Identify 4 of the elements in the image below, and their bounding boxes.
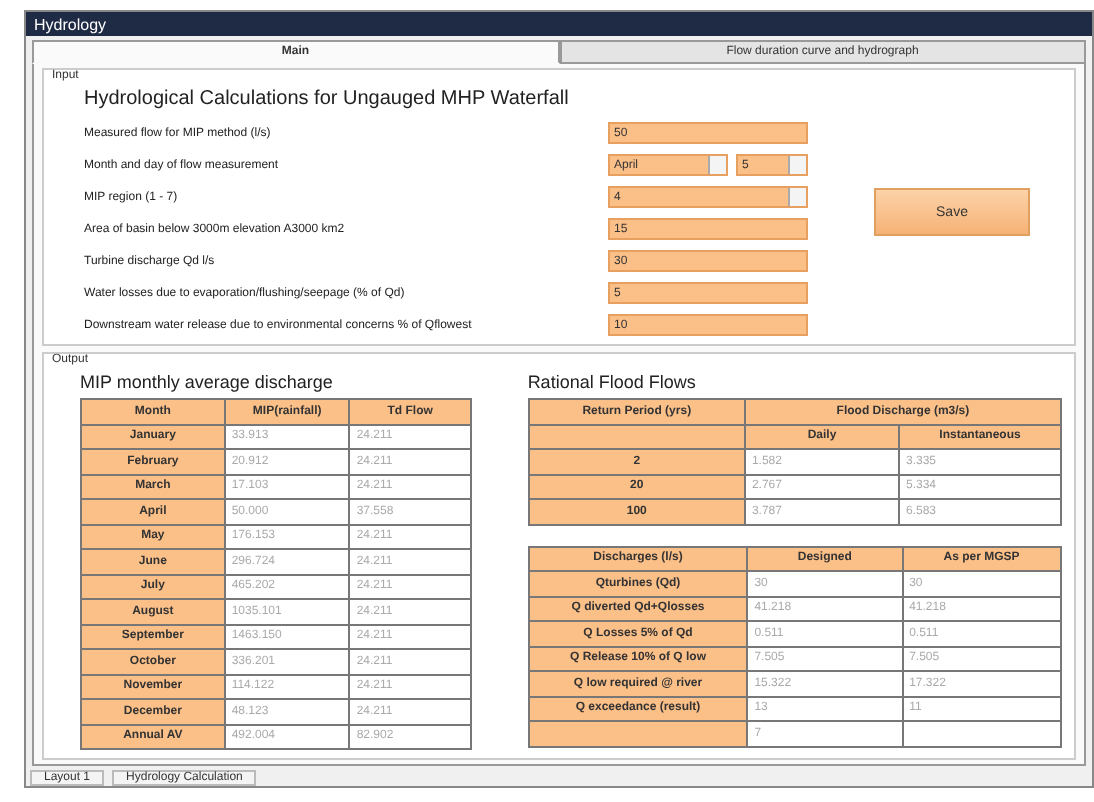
- table-title: Rational Flood Flows: [527, 372, 698, 392]
- table-title: MIP monthly average discharge: [80, 372, 335, 392]
- form-heading: Hydrological Calculations for Ungauged MHP Waterfall: [84, 88, 571, 110]
- window-title: Hydrology: [26, 12, 1092, 36]
